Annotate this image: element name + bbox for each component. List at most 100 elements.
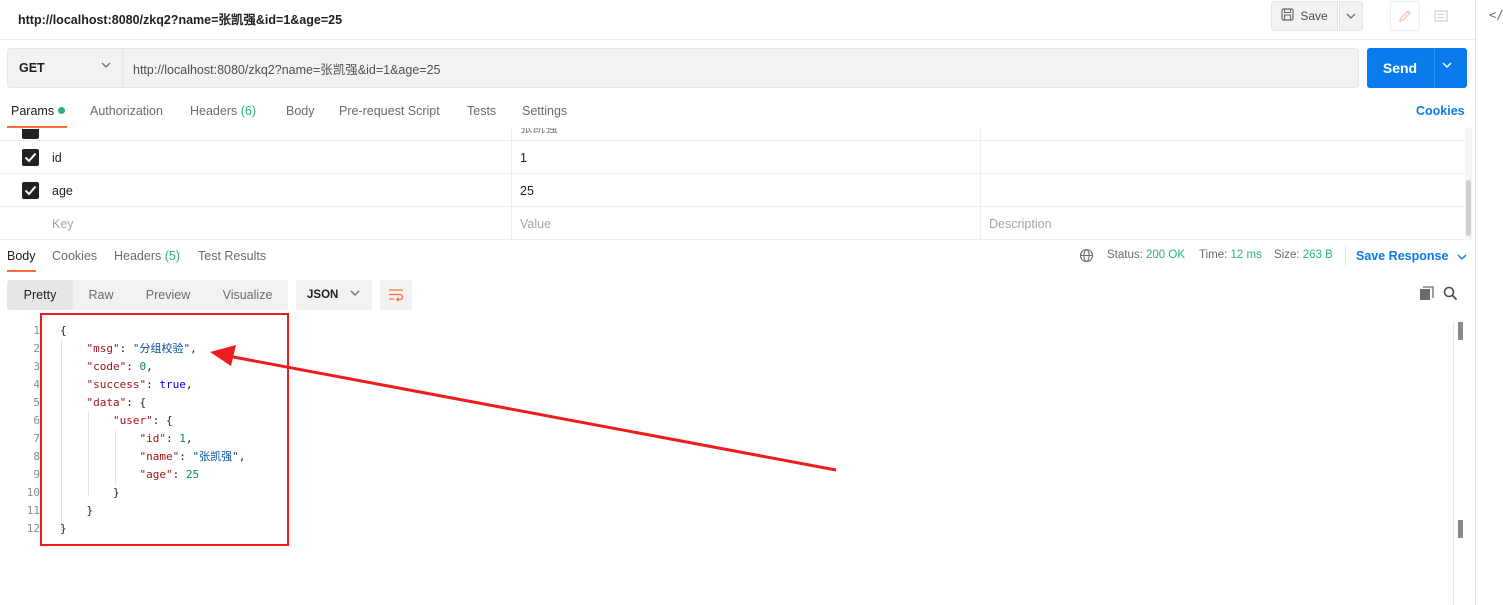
globe-icon[interactable] — [1079, 248, 1094, 263]
method-label: GET — [19, 61, 45, 75]
save-button[interactable]: Save — [1271, 1, 1338, 31]
size-label: Size: — [1274, 249, 1300, 261]
send-label: Send — [1382, 60, 1418, 76]
line-number: 2 — [33, 342, 40, 355]
time-value: 12 ms — [1230, 249, 1262, 261]
param-description[interactable] — [981, 174, 1464, 207]
scrollbar-thumb[interactable] — [1458, 322, 1463, 340]
tab-response-headers-label: Headers — [114, 249, 162, 263]
chevron-down-icon[interactable] — [1442, 62, 1452, 68]
wrap-lines-icon — [389, 289, 404, 302]
checkbox[interactable] — [22, 182, 39, 199]
pencil-icon — [1398, 10, 1411, 23]
tab-headers-label: Headers — [190, 104, 238, 118]
save-response-label: Save Response — [1356, 249, 1449, 263]
status-value: 200 OK — [1146, 249, 1186, 261]
params-table: 张凯强 id 1 age 25 Key Value Description — [0, 128, 1464, 240]
view-pretty[interactable]: Pretty — [7, 280, 73, 310]
edit-button[interactable] — [1390, 1, 1420, 31]
tab-response-headers-count: (5) — [164, 249, 181, 263]
line-number: 5 — [33, 396, 40, 409]
tab-params-label: Params — [11, 104, 55, 118]
save-response-button[interactable]: Save Response — [1356, 249, 1467, 263]
search-icon[interactable] — [1443, 286, 1458, 301]
divider — [1345, 245, 1346, 267]
response-status: Status: 200 OK — [1107, 249, 1185, 261]
send-divider — [1434, 48, 1435, 88]
response-size: Size: 263 B — [1274, 249, 1333, 261]
format-select[interactable]: JSON — [296, 280, 372, 310]
key-placeholder[interactable]: Key — [0, 207, 512, 239]
line-number: 11 — [26, 504, 40, 517]
params-scrollbar[interactable] — [1465, 128, 1472, 240]
chevron-down-icon — [350, 290, 360, 296]
response-time: Time: 12 ms — [1199, 249, 1262, 261]
param-value[interactable]: 1 — [512, 141, 981, 174]
body-view-selector: Pretty Raw Preview Visualize — [7, 280, 288, 310]
tab-body[interactable]: Body — [286, 104, 315, 118]
tab-headers[interactable]: Headers (6) — [190, 104, 256, 118]
scrollbar-marker — [1458, 520, 1463, 538]
status-label: Status: — [1107, 249, 1143, 261]
line-number: 12 — [26, 522, 40, 535]
checkmark-icon — [24, 152, 37, 163]
copy-icon[interactable] — [1419, 286, 1434, 301]
send-button[interactable]: Send — [1367, 48, 1467, 88]
line-number: 1 — [33, 324, 40, 337]
checkmark-icon — [24, 185, 37, 196]
time-label: Time: — [1199, 249, 1228, 261]
view-preview[interactable]: Preview — [129, 280, 207, 310]
url-input[interactable]: http://localhost:8080/zkq2?name=张凯强&id=1… — [123, 48, 1359, 88]
request-title[interactable]: http://localhost:8080/zkq2?name=张凯强&id=1… — [18, 9, 342, 28]
param-value[interactable]: 25 — [512, 174, 981, 207]
cookies-link[interactable]: Cookies — [1416, 104, 1465, 118]
documentation-button[interactable] — [1424, 1, 1458, 31]
chevron-down-icon — [101, 62, 111, 68]
view-raw[interactable]: Raw — [73, 280, 129, 310]
tab-test-results[interactable]: Test Results — [198, 249, 266, 263]
tab-headers-count: (6) — [240, 104, 257, 118]
tab-response-cookies[interactable]: Cookies — [52, 249, 97, 263]
tab-response-body[interactable]: Body — [7, 249, 36, 263]
view-visualize[interactable]: Visualize — [207, 280, 288, 310]
annotation-highlight-box — [40, 313, 289, 546]
size-value: 263 B — [1302, 249, 1333, 261]
code-snippet-icon[interactable]: </ — [1489, 8, 1503, 22]
tab-response-headers[interactable]: Headers (5) — [114, 249, 180, 263]
chevron-down-icon — [1457, 254, 1467, 260]
value-placeholder[interactable]: Value — [512, 207, 981, 239]
params-row: id 1 — [0, 140, 1464, 174]
line-number: 8 — [33, 450, 40, 463]
chevron-down-icon — [1346, 13, 1356, 19]
right-sidebar — [1475, 0, 1503, 605]
request-header-bar: http://localhost:8080/zkq2?name=张凯强&id=1… — [0, 0, 1475, 40]
save-options-button[interactable] — [1339, 1, 1363, 31]
param-key[interactable]: age — [0, 174, 512, 207]
param-key[interactable]: id — [0, 141, 512, 174]
params-row: age 25 — [0, 173, 1464, 207]
method-select[interactable]: GET — [7, 48, 123, 88]
description-placeholder[interactable]: Description — [981, 207, 1464, 239]
line-number: 7 — [33, 432, 40, 445]
tab-tests[interactable]: Tests — [467, 104, 496, 118]
wrap-lines-button[interactable] — [380, 280, 412, 310]
save-label: Save — [1300, 9, 1328, 23]
line-number: 9 — [33, 468, 40, 481]
line-number: 10 — [26, 486, 40, 499]
line-number: 3 — [33, 360, 40, 373]
tab-authorization[interactable]: Authorization — [90, 104, 163, 118]
line-number: 4 — [33, 378, 40, 391]
document-icon — [1434, 10, 1448, 22]
checkbox[interactable] — [22, 149, 39, 166]
active-response-tab-indicator — [7, 270, 36, 272]
param-description[interactable] — [981, 141, 1464, 174]
line-number: 6 — [33, 414, 40, 427]
editor-scrollbar[interactable] — [1453, 322, 1454, 605]
save-icon — [1281, 8, 1294, 24]
tab-prerequest-script[interactable]: Pre-request Script — [339, 104, 440, 118]
tab-settings[interactable]: Settings — [522, 104, 567, 118]
tab-params[interactable]: Params — [11, 104, 66, 118]
params-row: 张凯强 — [0, 128, 1464, 141]
params-row-new: Key Value Description — [0, 206, 1464, 239]
scrollbar-thumb[interactable] — [1466, 180, 1471, 236]
